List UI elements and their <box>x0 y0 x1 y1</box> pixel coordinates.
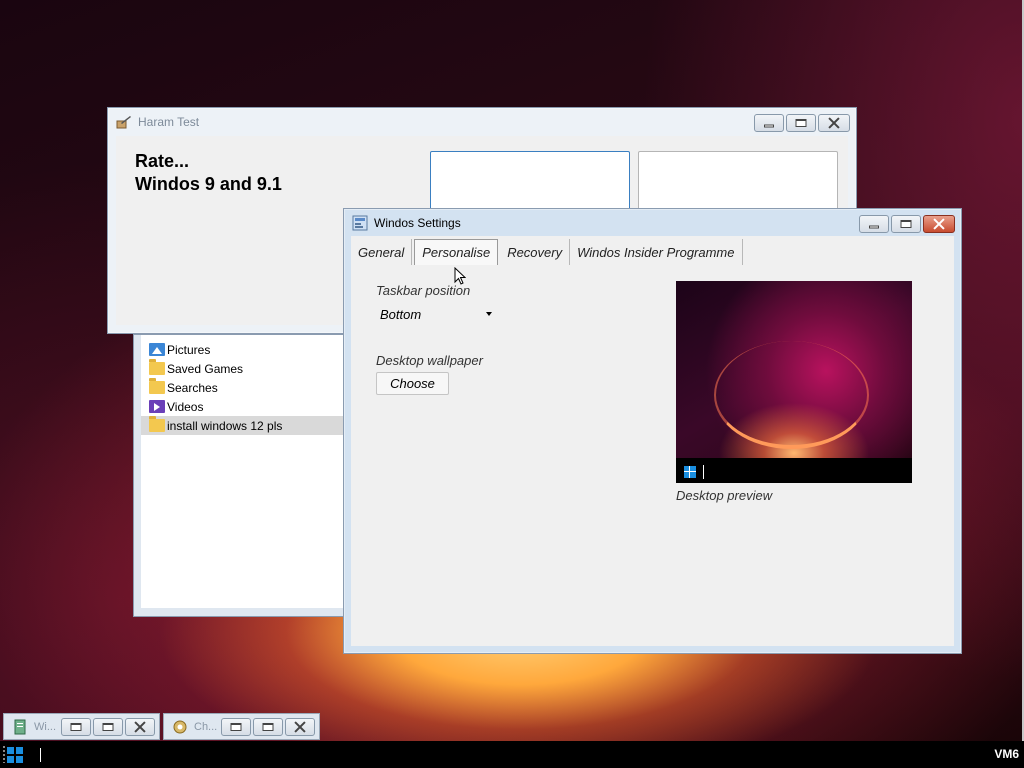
maximize-button[interactable] <box>891 215 921 233</box>
tab-general[interactable]: General <box>351 239 413 265</box>
window-title: Windos Settings <box>374 216 461 230</box>
rate-heading-line2: Windos 9 and 9.1 <box>135 174 282 194</box>
taskbar-position-label: Taskbar position <box>376 283 471 298</box>
explorer-window: Pictures Saved Games Searches Videos ins… <box>133 334 345 617</box>
close-button[interactable] <box>818 114 850 132</box>
minimized-window-1[interactable]: Wi... <box>3 713 160 740</box>
minimize-icon <box>869 225 879 229</box>
tab-recovery[interactable]: Recovery <box>500 239 571 265</box>
minimize-button[interactable] <box>754 114 784 132</box>
app-icon <box>116 114 132 130</box>
tray-label: VM6 <box>994 747 1019 761</box>
tab-insider-programme[interactable]: Windos Insider Programme <box>570 239 743 265</box>
minimize-button[interactable] <box>859 215 889 233</box>
list-item-label: Videos <box>167 399 204 414</box>
list-item-selected[interactable]: install windows 12 pls <box>141 416 344 435</box>
maximize-icon <box>795 119 807 127</box>
folder-icon <box>149 359 165 375</box>
close-button[interactable] <box>923 215 955 233</box>
rate-option-box-2[interactable] <box>638 151 838 211</box>
maximize-button[interactable] <box>786 114 816 132</box>
restore-button[interactable] <box>61 718 91 736</box>
chevron-down-icon <box>486 312 492 316</box>
list-item[interactable]: Saved Games <box>141 359 344 378</box>
settings-window: Windos Settings General Personalise Reco… <box>343 208 962 654</box>
preview-taskbar <box>676 460 912 483</box>
close-icon <box>134 721 146 733</box>
restore-icon <box>230 723 242 731</box>
settings-client-area: General Personalise Recovery Windos Insi… <box>351 236 954 646</box>
taskbar: VM6 <box>0 741 1024 768</box>
rate-heading-line1: Rate... <box>135 151 190 171</box>
choose-wallpaper-button[interactable]: Choose <box>376 372 449 395</box>
folder-list: Pictures Saved Games Searches Videos ins… <box>141 335 344 608</box>
folder-icon <box>149 378 165 394</box>
pictures-folder-icon <box>149 343 165 356</box>
haram-titlebar[interactable]: Haram Test <box>108 108 856 136</box>
list-item[interactable]: Pictures <box>141 340 344 359</box>
close-icon <box>828 117 840 129</box>
maximize-icon <box>900 220 912 228</box>
tab-personalise[interactable]: Personalise <box>414 239 499 265</box>
taskbar-caret <box>40 747 41 762</box>
maximize-button[interactable] <box>93 718 123 736</box>
settings-app-icon <box>352 215 368 231</box>
videos-folder-icon <box>149 400 165 413</box>
preview-wallpaper-arc <box>714 341 869 449</box>
close-button[interactable] <box>285 718 315 736</box>
document-icon <box>12 719 28 735</box>
taskbar-position-value: Bottom <box>380 306 422 322</box>
mouse-cursor-icon <box>454 267 466 285</box>
close-icon <box>933 218 945 230</box>
preview-caption: Desktop preview <box>676 488 773 503</box>
maximize-icon <box>102 723 114 731</box>
close-icon <box>294 721 306 733</box>
wallpaper-label: Desktop wallpaper <box>376 353 483 368</box>
list-item-label: Saved Games <box>167 361 244 376</box>
list-item[interactable]: Searches <box>141 378 344 397</box>
close-button[interactable] <box>125 718 155 736</box>
taskbar-position-select[interactable]: Bottom <box>376 302 496 326</box>
app-icon <box>172 719 188 735</box>
rate-heading: Rate... Windos 9 and 9.1 <box>135 150 282 196</box>
rate-option-box-1[interactable] <box>430 151 630 211</box>
minimized-title: Ch... <box>194 720 218 733</box>
maximize-button[interactable] <box>253 718 283 736</box>
list-item-label: install windows 12 pls <box>167 418 283 433</box>
settings-titlebar[interactable]: Windos Settings <box>344 209 961 237</box>
list-item-label: Pictures <box>167 342 211 357</box>
maximize-icon <box>262 723 274 731</box>
list-item[interactable]: Videos <box>141 397 344 416</box>
preview-wallpaper <box>676 281 912 458</box>
minimized-window-2[interactable]: Ch... <box>163 713 320 740</box>
window-title: Haram Test <box>138 115 200 129</box>
windows-logo-icon <box>7 746 23 763</box>
tab-strip: General Personalise Recovery Windos Insi… <box>351 239 743 265</box>
minimize-icon <box>764 124 774 128</box>
restore-icon <box>70 723 82 731</box>
restore-button[interactable] <box>221 718 251 736</box>
preview-caret <box>703 464 704 479</box>
start-button[interactable] <box>0 741 30 768</box>
windows-logo-icon <box>684 465 696 478</box>
folder-icon <box>149 416 165 432</box>
list-item-label: Searches <box>167 380 218 395</box>
minimized-title: Wi... <box>34 720 56 733</box>
desktop-preview <box>676 281 912 483</box>
